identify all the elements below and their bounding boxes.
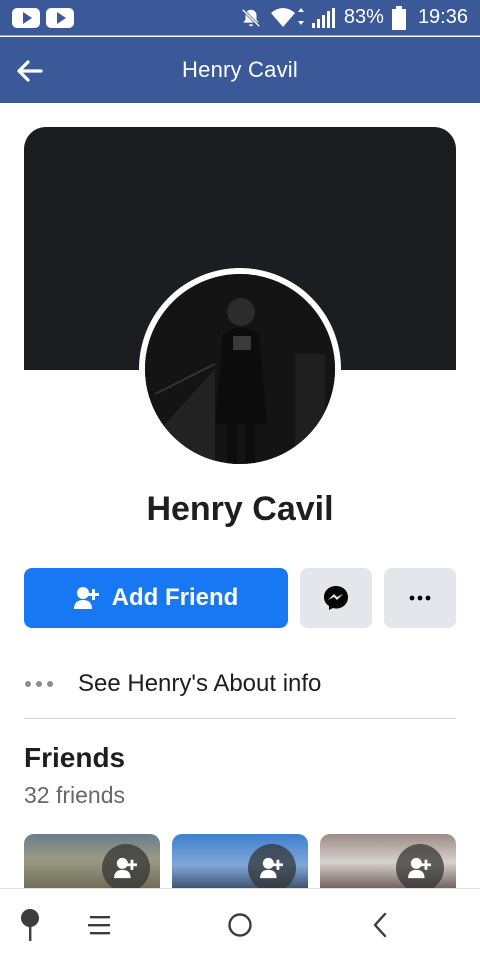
friends-count: 32 friends [24, 782, 126, 808]
add-friend-button[interactable]: Add Friend [24, 568, 288, 628]
home-nav-button[interactable] [218, 903, 262, 947]
friend-card[interactable] [172, 834, 308, 890]
system-nav-bar [0, 888, 480, 961]
page-title: Henry Cavil [182, 57, 298, 82]
youtube-notification-icon [46, 7, 74, 28]
bell-off-icon [240, 7, 262, 29]
battery-icon [391, 5, 406, 30]
person-plus-icon [114, 857, 137, 879]
ellipsis-icon [25, 681, 53, 687]
friend-card[interactable] [320, 834, 456, 890]
clock: 19:36 [417, 6, 468, 28]
person-plus-icon [73, 587, 99, 609]
wifi-icon [270, 7, 304, 29]
signal-icon [311, 7, 336, 28]
add-friend-fab[interactable] [248, 844, 296, 890]
more-options-button[interactable] [384, 568, 456, 628]
back-button[interactable] [14, 55, 46, 87]
app-bar: Henry Cavil [0, 37, 480, 103]
profile-photo-figure [145, 274, 335, 464]
about-info-label: See Henry's About info [78, 670, 322, 697]
more-dots-icon [409, 595, 431, 601]
add-friend-fab[interactable] [396, 844, 444, 890]
person-plus-icon [260, 857, 283, 879]
about-info-link[interactable]: See Henry's About info [24, 658, 456, 710]
menu-nav-button[interactable] [78, 903, 122, 947]
person-plus-icon [408, 857, 431, 879]
profile-picture[interactable] [145, 274, 335, 464]
profile-picture-frame[interactable] [139, 268, 341, 470]
friends-heading[interactable]: Friends [24, 742, 125, 774]
friend-card[interactable] [24, 834, 160, 890]
messenger-icon [324, 586, 348, 610]
arrow-left-icon [17, 60, 43, 82]
message-button[interactable] [300, 568, 372, 628]
status-right: 83% 19:36 [240, 5, 468, 30]
status-left [12, 7, 74, 28]
status-bar: 83% 19:36 [0, 0, 480, 36]
back-nav-button[interactable] [358, 903, 402, 947]
home-circle-icon [228, 913, 252, 937]
pin-nav-button[interactable] [8, 903, 52, 947]
section-divider [24, 718, 456, 719]
profile-name: Henry Cavil [146, 490, 334, 528]
add-friend-label: Add Friend [111, 584, 239, 611]
battery-percent: 83% [343, 6, 384, 28]
add-friend-fab[interactable] [102, 844, 150, 890]
chevron-left-icon [373, 912, 387, 938]
menu-icon [88, 916, 110, 935]
pin-icon [21, 909, 39, 941]
youtube-notification-icon [12, 7, 40, 28]
